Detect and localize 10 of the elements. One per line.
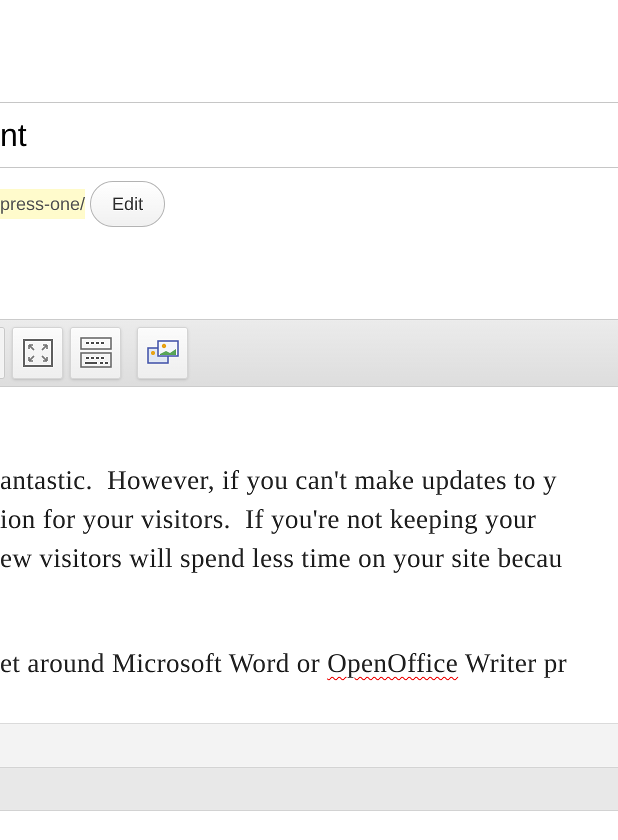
fullscreen-icon: [22, 337, 54, 369]
edit-button[interactable]: Edit: [90, 181, 166, 227]
keyboard-icon: [78, 336, 112, 370]
title-field[interactable]: nt: [0, 102, 618, 168]
add-media-button[interactable]: [137, 327, 188, 379]
paragraph-text: et around Microsoft Word or OpenOffice Writer pr: [0, 647, 568, 680]
fullscreen-button[interactable]: [12, 327, 63, 379]
kitchen-sink-button[interactable]: [70, 327, 121, 379]
permalink-slug: press-one/: [0, 189, 86, 219]
paragraph-text: antastic. However, if you can't make updates to y ion for your visitors. If you're not keeping your ew visitors will spend less time on your site becau: [0, 464, 564, 575]
